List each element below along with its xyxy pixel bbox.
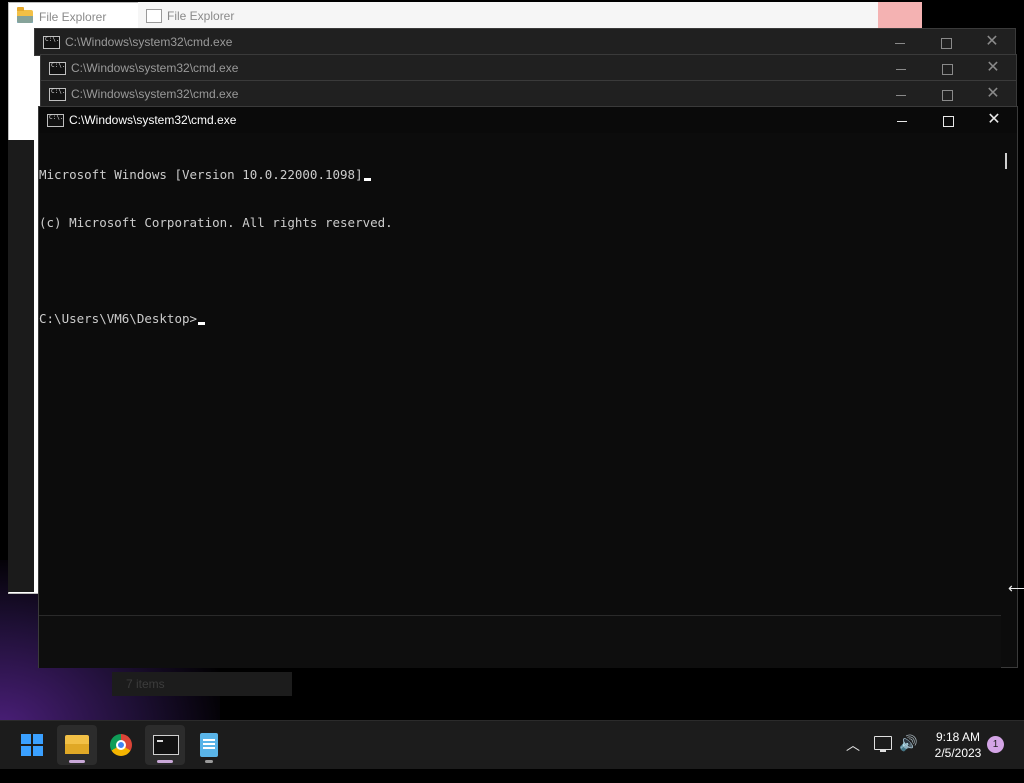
file-explorer-status-bar: 7 items <box>112 672 292 696</box>
cmd-window-active[interactable]: C:\Windows\system32\cmd.exe ✕ Microsoft … <box>38 106 1018 668</box>
cmd-titlebar[interactable]: C:\Windows\system32\cmd.exe ✕ <box>41 55 1016 81</box>
prompt-cursor <box>198 322 206 325</box>
running-indicator <box>157 760 173 763</box>
console-prompt[interactable]: C:\Users\VM6\Desktop> <box>39 311 1001 327</box>
cmd-title: C:\Windows\system32\cmd.exe <box>71 87 239 101</box>
minimize-button[interactable] <box>878 81 924 107</box>
taskbar-chrome[interactable] <box>101 725 141 765</box>
notepad-icon <box>200 733 218 757</box>
notification-badge[interactable]: 1 <box>987 736 1004 753</box>
file-explorer-title-2: File Explorer <box>167 9 235 23</box>
close-button[interactable]: ✕ <box>969 29 1015 55</box>
file-explorer-close-button[interactable] <box>878 2 922 28</box>
cmd-window-back-1[interactable]: C:\Windows\system32\cmd.exe ✕ <box>34 28 1016 56</box>
close-button[interactable]: ✕ <box>970 55 1016 81</box>
folder-icon <box>17 7 33 23</box>
console-line: Microsoft Windows [Version 10.0.22000.10… <box>39 167 1001 183</box>
minimize-button[interactable] <box>877 29 923 55</box>
cmd-icon <box>43 36 60 49</box>
close-button[interactable]: ✕ <box>970 81 1016 107</box>
cmd-titlebar[interactable]: C:\Windows\system32\cmd.exe ✕ <box>41 81 1016 107</box>
cmd-icon <box>47 114 64 127</box>
console-line: (c) Microsoft Corporation. All rights re… <box>39 215 393 230</box>
running-indicator <box>205 760 213 763</box>
taskbar-file-explorer[interactable] <box>57 725 97 765</box>
clock-time: 9:18 AM <box>935 730 981 744</box>
cmd-title: C:\Windows\system32\cmd.exe <box>65 35 233 49</box>
cmd-title: C:\Windows\system32\cmd.exe <box>71 61 239 75</box>
running-indicator <box>69 760 85 763</box>
cmd-titlebar[interactable]: C:\Windows\system32\cmd.exe ✕ <box>35 29 1015 55</box>
chrome-icon <box>110 734 132 756</box>
file-explorer-title-1: File Explorer <box>39 10 107 24</box>
item-count: 7 items <box>126 677 165 691</box>
file-explorer-side-pane <box>8 140 34 592</box>
maximize-button[interactable] <box>924 81 970 107</box>
taskbar-command-prompt[interactable] <box>145 725 185 765</box>
cmd-title: C:\Windows\system32\cmd.exe <box>69 113 237 127</box>
folder-icon <box>65 735 89 754</box>
cmd-window-back-2[interactable]: C:\Windows\system32\cmd.exe ✕ <box>40 54 1017 82</box>
windows-logo-icon <box>21 734 43 756</box>
close-button[interactable]: ✕ <box>971 107 1017 133</box>
network-icon[interactable] <box>874 736 892 752</box>
minimize-button[interactable] <box>878 55 924 81</box>
cmd-icon <box>49 88 66 101</box>
text-cursor <box>363 178 371 181</box>
resize-cursor-icon: ⟷ <box>1008 580 1024 596</box>
terminal-icon <box>153 735 179 755</box>
taskbar-clock[interactable]: 9:18 AM 2/5/2023 <box>922 729 994 761</box>
taskbar: ︿ 🔊 9:18 AM 2/5/2023 1 <box>0 720 1024 769</box>
start-button[interactable] <box>12 725 52 765</box>
console-lower-area <box>39 615 1001 668</box>
chevron-up-icon[interactable]: ︿ <box>846 735 860 783</box>
vertical-scrollbar[interactable] <box>1005 153 1007 169</box>
cmd-window-back-3[interactable]: C:\Windows\system32\cmd.exe ✕ <box>40 80 1017 108</box>
file-explorer-window-2[interactable]: File Explorer <box>138 2 922 29</box>
clock-date: 2/5/2023 <box>934 746 982 760</box>
taskbar-notepad[interactable] <box>189 725 229 765</box>
volume-icon[interactable]: 🔊 <box>899 734 918 782</box>
console-output[interactable]: Microsoft Windows [Version 10.0.22000.10… <box>39 135 1001 615</box>
maximize-button[interactable] <box>925 107 971 133</box>
minimize-button[interactable] <box>879 107 925 133</box>
cmd-titlebar[interactable]: C:\Windows\system32\cmd.exe ✕ <box>39 107 1017 133</box>
window-icon <box>146 9 162 23</box>
maximize-button[interactable] <box>923 29 969 55</box>
cmd-icon <box>49 62 66 75</box>
maximize-button[interactable] <box>924 55 970 81</box>
